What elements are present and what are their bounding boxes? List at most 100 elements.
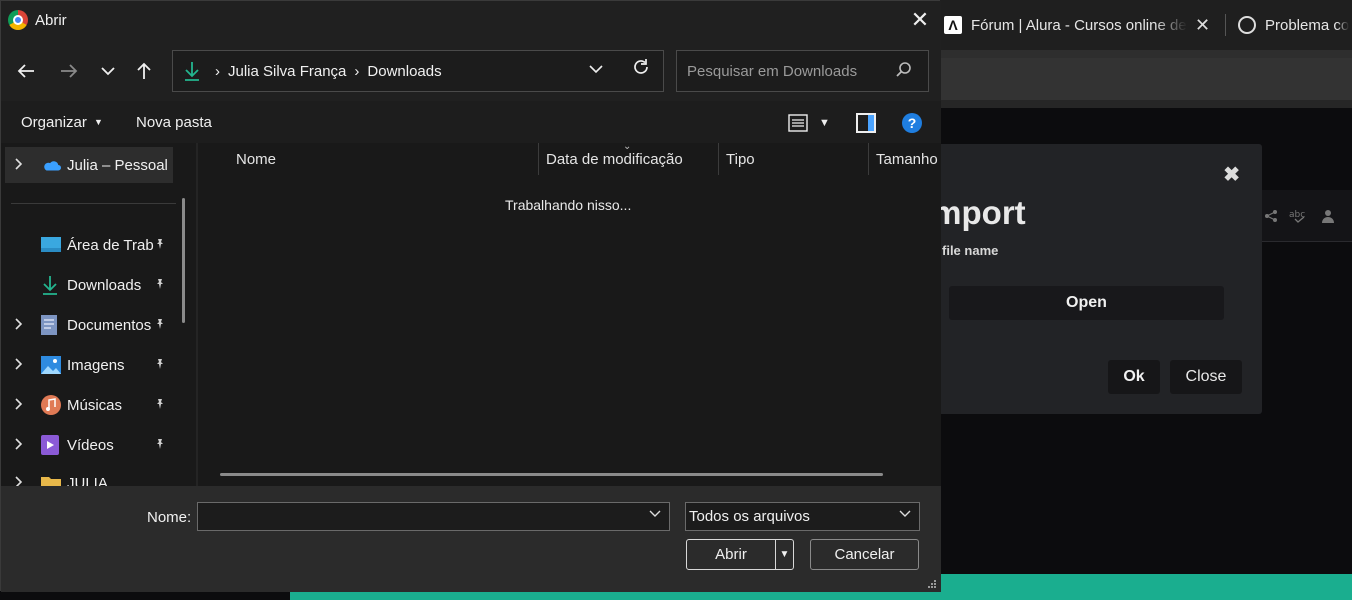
- chevron-right-icon[interactable]: [15, 397, 23, 413]
- organize-label: Organizar: [21, 114, 87, 131]
- pin-icon: [154, 398, 166, 413]
- sidebar-item[interactable]: Documentos: [1, 307, 181, 343]
- dialog-navbar: › Julia Silva França › Downloads: [1, 39, 941, 101]
- column-separator[interactable]: [538, 143, 539, 175]
- sidebar-item-label: Downloads: [67, 276, 142, 294]
- close-icon[interactable]: ✕: [1195, 15, 1210, 36]
- spellcheck-icon[interactable]: abc: [1288, 208, 1312, 224]
- sidebar-item[interactable]: Julia – Pessoal: [5, 147, 173, 183]
- dialog-title: Abrir: [35, 12, 67, 29]
- column-header-modified[interactable]: Data de modificação: [546, 151, 683, 168]
- forward-arrow-icon[interactable]: [55, 57, 83, 85]
- folder-icon: [41, 474, 61, 486]
- cancel-button[interactable]: Cancelar: [810, 539, 919, 570]
- column-header-size[interactable]: Tamanho: [876, 151, 938, 168]
- chrome-icon: [8, 10, 28, 30]
- breadcrumb-user[interactable]: Julia Silva França: [228, 63, 346, 80]
- back-arrow-icon[interactable]: [12, 57, 40, 85]
- pin-icon: [154, 278, 166, 293]
- user-icon[interactable]: [1322, 209, 1334, 223]
- browser-tab-alura[interactable]: Λ Fórum | Alura - Cursos online de: [944, 0, 1214, 50]
- preview-pane-icon[interactable]: [856, 113, 876, 133]
- import-modal: ✖ Import file name Open Ok Close: [940, 144, 1262, 414]
- help-icon[interactable]: ?: [902, 113, 922, 133]
- open-file-button[interactable]: Open: [949, 286, 1224, 320]
- up-arrow-icon[interactable]: [130, 57, 158, 85]
- column-separator[interactable]: [718, 143, 719, 175]
- file-name-input[interactable]: [198, 503, 638, 530]
- file-name-combobox: [197, 502, 670, 531]
- refresh-icon[interactable]: [631, 57, 651, 83]
- file-open-dialog: Abrir ✕ › Julia Silva França › Downloads: [0, 0, 941, 592]
- pin-icon: [154, 358, 166, 373]
- sidebar-item-label: Vídeos: [67, 436, 114, 454]
- close-button[interactable]: Close: [1170, 360, 1242, 394]
- chevron-down-icon: [899, 509, 911, 521]
- sidebar-item[interactable]: Vídeos: [1, 427, 181, 463]
- chevron-down-icon[interactable]: [649, 509, 661, 521]
- page-footer-band-left: [290, 591, 940, 600]
- share-icon[interactable]: [1264, 209, 1278, 223]
- browser-tab-strip: Λ Fórum | Alura - Cursos online de ✕ Pro…: [940, 0, 1352, 50]
- modal-field-label: file name: [942, 243, 999, 258]
- organize-menu[interactable]: Organizar ▼: [21, 114, 103, 131]
- view-options-icon[interactable]: [788, 113, 808, 133]
- sidebar-item-label: Músicas: [67, 396, 123, 414]
- search-input[interactable]: [677, 51, 887, 91]
- music-icon: [41, 395, 61, 415]
- pin-icon: [154, 438, 166, 453]
- close-icon[interactable]: ✖: [1223, 162, 1240, 187]
- documents-icon: [41, 315, 61, 335]
- sidebar-item[interactable]: Imagens: [1, 347, 181, 383]
- page-footer-band: [940, 574, 1352, 600]
- resize-grip-icon[interactable]: [927, 579, 937, 589]
- ok-button[interactable]: Ok: [1108, 360, 1160, 394]
- browser-toolbar: [940, 58, 1352, 100]
- chevron-down-icon[interactable]: [589, 61, 603, 77]
- file-type-filter[interactable]: Todos os arquivos: [685, 502, 920, 531]
- chevron-right-icon[interactable]: [15, 475, 23, 486]
- modal-title: Import: [940, 194, 1026, 231]
- horizontal-scrollbar[interactable]: [220, 473, 883, 476]
- sidebar-item-label: Julia – Pessoal: [67, 156, 168, 174]
- browser-tab-chatgpt[interactable]: Problema co: [1238, 0, 1352, 50]
- caret-down-icon[interactable]: ▼: [819, 117, 830, 129]
- close-icon[interactable]: ✕: [907, 7, 933, 33]
- pictures-icon: [41, 356, 61, 374]
- address-bar[interactable]: › Julia Silva França › Downloads: [172, 50, 664, 92]
- sidebar-item[interactable]: Área de Trab: [1, 227, 181, 263]
- column-separator[interactable]: [868, 143, 869, 175]
- open-button[interactable]: Abrir: [687, 540, 775, 569]
- navigation-pane: Julia – Pessoal Área de Trab Downloads Docu…: [1, 143, 197, 486]
- nav-divider: [11, 203, 176, 204]
- chevron-right-icon[interactable]: [15, 437, 23, 453]
- file-name-label: Nome:: [147, 509, 192, 526]
- open-options-caret-icon[interactable]: ▼: [775, 540, 793, 569]
- modal-title-wrap: Import: [940, 194, 1060, 238]
- browser-strip: [940, 50, 1352, 58]
- recent-locations-chevron-icon[interactable]: [94, 57, 122, 85]
- tab-separator: [1225, 14, 1226, 36]
- chevron-right-icon[interactable]: [15, 317, 23, 333]
- editor-toolbar: abc: [1262, 190, 1352, 242]
- column-header-type[interactable]: Tipo: [726, 151, 755, 168]
- search-icon[interactable]: [895, 61, 913, 79]
- onedrive-cloud-icon: [41, 156, 61, 174]
- new-folder-button[interactable]: Nova pasta: [136, 114, 212, 131]
- sidebar-item[interactable]: JULIA: [1, 465, 181, 486]
- vertical-scrollbar[interactable]: [182, 198, 185, 323]
- sidebar-item-label: JULIA: [67, 474, 108, 487]
- pin-icon: [154, 238, 166, 253]
- chevron-right-icon[interactable]: [15, 157, 23, 173]
- sidebar-item-label: Documentos: [67, 316, 152, 334]
- videos-icon: [41, 435, 61, 455]
- column-header-name[interactable]: Nome: [236, 151, 276, 168]
- breadcrumb-downloads[interactable]: Downloads: [367, 63, 441, 80]
- open-button-group: Abrir ▼: [686, 539, 794, 570]
- sidebar-item[interactable]: Músicas: [1, 387, 181, 423]
- sidebar-item[interactable]: Downloads: [1, 267, 181, 303]
- chevron-right-icon[interactable]: [15, 357, 23, 373]
- search-box: [676, 50, 929, 92]
- loading-status: Trabalhando nisso...: [505, 197, 632, 213]
- download-icon: [41, 276, 61, 295]
